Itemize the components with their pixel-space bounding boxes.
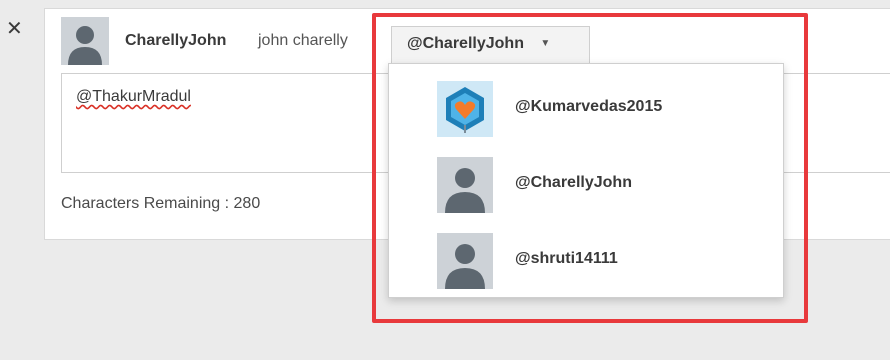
characters-remaining: Characters Remaining : 280 — [61, 195, 261, 212]
dropdown-item-charellyjohn[interactable]: @CharellyJohn — [389, 144, 783, 220]
tweet-text: @ThakurMradul — [76, 88, 191, 106]
close-button[interactable]: ✕ — [6, 18, 23, 40]
dropdown-item-handle: @CharellyJohn — [515, 174, 632, 191]
author-avatar — [61, 17, 109, 65]
dropdown-item-shruti14111[interactable]: @shruti14111 — [389, 220, 783, 296]
handle-select-value: @CharellyJohn — [407, 35, 524, 52]
dropdown-item-handle: @shruti14111 — [515, 250, 618, 267]
mention-text: @ThakurMradul — [76, 88, 191, 105]
handle-dropdown-menu: @Kumarvedas2015 @CharellyJohn @shruti141… — [388, 63, 784, 298]
handle-select[interactable]: @CharellyJohn ▼ — [391, 26, 590, 64]
default-avatar-icon — [437, 157, 493, 213]
author-full-name: john charelly — [258, 32, 348, 49]
default-avatar-icon — [61, 17, 109, 65]
heart-brand-avatar-icon — [437, 81, 493, 137]
author-username: CharellyJohn — [125, 32, 227, 49]
default-avatar-icon — [437, 233, 493, 289]
dropdown-item-kumarvedas2015[interactable]: @Kumarvedas2015 — [389, 68, 783, 144]
dropdown-item-handle: @Kumarvedas2015 — [515, 98, 663, 115]
close-icon: ✕ — [6, 18, 23, 40]
caret-down-icon: ▼ — [540, 38, 551, 50]
